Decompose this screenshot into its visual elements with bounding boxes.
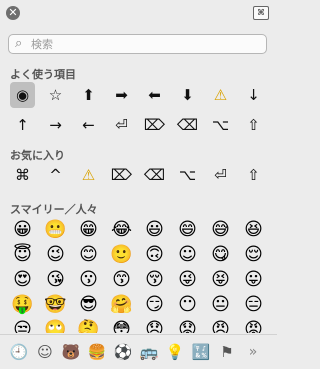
emoji-button[interactable]: 😂: [105, 217, 138, 242]
category-symbols-icon[interactable]: 🔣: [188, 339, 214, 365]
symbol-button[interactable]: ←: [72, 110, 105, 140]
emoji-button[interactable]: 🤔: [72, 317, 105, 333]
emoji-button[interactable]: 😟: [171, 317, 204, 333]
symbol-button[interactable]: ⌫: [138, 160, 171, 190]
symbol-button[interactable]: ⚠: [72, 160, 105, 190]
symbol-button[interactable]: ⚠: [204, 80, 237, 110]
symbol-button[interactable]: ⌦: [138, 110, 171, 140]
category-more-icon[interactable]: »: [240, 339, 266, 365]
emoji-button[interactable]: 😐: [204, 292, 237, 317]
emoji-button[interactable]: 😊: [72, 242, 105, 267]
search-field[interactable]: ⌕: [8, 34, 267, 54]
emoji-grid: 😀 😬 😁 😂 😃 😄 😅 😆 😇 😉 😊 🙂 🙃 ☺ 😋 😌 😍 😘 😗 😙 😚 😜 😝 😛 🤑 🤓 😎 🤗 😏 😶 😐 😑 😒 🙄 🤔 😳 😞 😟 😠 😡: [6, 217, 274, 333]
emoji-button[interactable]: 😍: [6, 267, 39, 292]
category-food-drink-icon[interactable]: 🍔: [84, 339, 110, 365]
keyboard-grid-icon[interactable]: ⌘: [253, 6, 269, 20]
emoji-button[interactable]: 😎: [72, 292, 105, 317]
symbol-button[interactable]: ⌥: [204, 110, 237, 140]
category-recent-icon[interactable]: 🕘: [6, 339, 32, 365]
symbol-button[interactable]: ◉: [10, 82, 35, 108]
symbol-button[interactable]: ⌫: [171, 110, 204, 140]
symbol-button[interactable]: ↓: [237, 80, 270, 110]
close-icon[interactable]: ✕: [6, 6, 20, 20]
search-input[interactable]: [31, 36, 256, 52]
emoji-button[interactable]: 😘: [39, 267, 72, 292]
symbol-button[interactable]: ^: [39, 160, 72, 190]
symbol-button[interactable]: ⬆: [72, 80, 105, 110]
symbol-button[interactable]: ⌥: [171, 160, 204, 190]
emoji-button[interactable]: 😁: [72, 217, 105, 242]
emoji-button[interactable]: 😌: [237, 242, 270, 267]
frequent-symbols-grid: ◉ ☆ ⬆ ➡ ⬅ ⬇ ⚠ ↓ ↑ → ← ⏎ ⌦ ⌫ ⌥ ⇧: [6, 80, 270, 140]
emoji-button[interactable]: 😗: [72, 267, 105, 292]
symbol-button[interactable]: ☆: [39, 80, 72, 110]
symbol-button[interactable]: →: [39, 110, 72, 140]
emoji-button[interactable]: 😑: [237, 292, 270, 317]
emoji-button[interactable]: 😜: [171, 267, 204, 292]
emoji-button[interactable]: 😒: [6, 317, 39, 333]
emoji-button[interactable]: 😆: [237, 217, 270, 242]
emoji-button[interactable]: 😝: [204, 267, 237, 292]
symbol-button[interactable]: ⏎: [105, 110, 138, 140]
symbol-button[interactable]: ↑: [6, 110, 39, 140]
emoji-button[interactable]: 😡: [237, 317, 270, 333]
emoji-button[interactable]: 😚: [138, 267, 171, 292]
category-animals-nature-icon[interactable]: 🐻: [58, 339, 84, 365]
emoji-button[interactable]: 😙: [105, 267, 138, 292]
symbol-button[interactable]: ⇧: [237, 110, 270, 140]
emoji-button[interactable]: 🤗: [105, 292, 138, 317]
favorite-symbols-grid: ⌘ ^ ⚠ ⌦ ⌫ ⌥ ⏎ ⇧: [6, 160, 270, 190]
emoji-button[interactable]: 😋: [204, 242, 237, 267]
emoji-button[interactable]: 😅: [204, 217, 237, 242]
emoji-button[interactable]: ☺: [171, 242, 204, 267]
category-smileys-people-icon[interactable]: ☺: [32, 339, 58, 365]
emoji-button[interactable]: 😬: [39, 217, 72, 242]
emoji-button[interactable]: 😀: [6, 217, 39, 242]
emoji-button[interactable]: 😄: [171, 217, 204, 242]
section-title-smileys: スマイリー／人々: [10, 203, 98, 216]
emoji-button[interactable]: 😏: [138, 292, 171, 317]
emoji-button[interactable]: 🙂: [105, 242, 138, 267]
category-objects-icon[interactable]: 💡: [162, 339, 188, 365]
emoji-button[interactable]: 😃: [138, 217, 171, 242]
symbol-button[interactable]: ⬅: [138, 80, 171, 110]
emoji-button[interactable]: 🤓: [39, 292, 72, 317]
emoji-button[interactable]: 😛: [237, 267, 270, 292]
symbol-button[interactable]: ➡: [105, 80, 138, 110]
category-flags-icon[interactable]: ⚑: [214, 339, 240, 365]
symbol-button[interactable]: ⇧: [237, 160, 270, 190]
emoji-button[interactable]: 😇: [6, 242, 39, 267]
emoji-button[interactable]: 😳: [105, 317, 138, 333]
category-activity-icon[interactable]: ⚽: [110, 339, 136, 365]
search-icon: ⌕: [15, 36, 23, 51]
symbol-button[interactable]: ⬇: [171, 80, 204, 110]
emoji-button[interactable]: 😠: [204, 317, 237, 333]
emoji-button[interactable]: 🙄: [39, 317, 72, 333]
emoji-button[interactable]: 🤑: [6, 292, 39, 317]
category-travel-places-icon[interactable]: 🚌: [136, 339, 162, 365]
emoji-button[interactable]: 😞: [138, 317, 171, 333]
symbol-button[interactable]: ⌘: [6, 160, 39, 190]
category-bar: 🕘 ☺ 🐻 🍔 ⚽ 🚌 💡 🔣 ⚑»: [0, 334, 277, 369]
symbol-button[interactable]: ⌦: [105, 160, 138, 190]
title-bar: ✕ ⌘: [0, 0, 277, 28]
symbol-button[interactable]: ⏎: [204, 160, 237, 190]
emoji-button[interactable]: 🙃: [138, 242, 171, 267]
emoji-button[interactable]: 😶: [171, 292, 204, 317]
emoji-button[interactable]: 😉: [39, 242, 72, 267]
